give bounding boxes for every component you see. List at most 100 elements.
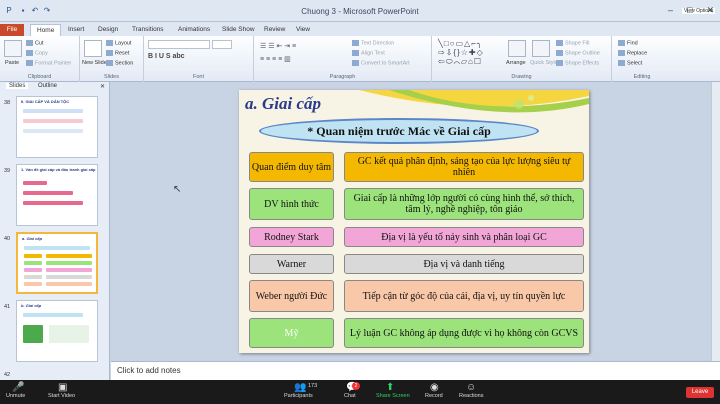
video-off-icon[interactable]: ▣ <box>58 382 67 393</box>
vertical-scrollbar[interactable] <box>711 82 720 361</box>
tab-review[interactable]: Review <box>264 24 285 36</box>
tab-slide-show[interactable]: Slide Show <box>222 24 255 36</box>
ribbon-tabs: File Home Insert Design Transitions Anim… <box>0 22 720 36</box>
select-button[interactable]: Select <box>618 60 642 66</box>
font-label: Font <box>192 74 204 80</box>
drawing-label: Drawing <box>511 74 532 80</box>
tab-transitions[interactable]: Transitions <box>132 24 164 36</box>
reactions-icon[interactable]: ☺ <box>466 382 476 393</box>
text-direction-button[interactable]: Text Direction <box>352 40 394 46</box>
row-label[interactable]: Mỹ <box>249 318 334 348</box>
replace-button[interactable]: Replace <box>618 50 647 56</box>
arrange-icon[interactable] <box>508 40 526 57</box>
tab-design[interactable]: Design <box>98 24 118 36</box>
minimize-icon[interactable]: – <box>668 5 673 16</box>
share-screen-icon[interactable]: ⬆ <box>386 382 394 393</box>
shapes-gallery[interactable]: ╲□○▭△⌐╮ ⇨⇩{}☆✚◇ ⇦⬭⌒▱⌂☐ <box>438 39 504 67</box>
cut-button[interactable]: Cut <box>26 40 44 46</box>
font-size-box[interactable] <box>212 40 232 49</box>
format-painter-button[interactable]: Format Painter <box>26 60 71 66</box>
new-slide-icon[interactable] <box>84 40 102 57</box>
reset-button[interactable]: Reset <box>106 50 129 56</box>
title-bar: P ▪ ↶ ↷ Chuong 3 - Microsoft PowerPoint … <box>0 0 720 22</box>
smartart-button[interactable]: Convert to SmartArt <box>352 60 410 66</box>
align-text-icon <box>352 50 359 56</box>
row-description[interactable]: Giai cấp là những lớp người có cùng hình… <box>344 188 584 220</box>
notes-pane[interactable]: Click to add notes <box>111 361 720 380</box>
record-icon[interactable]: ◉ <box>430 382 439 393</box>
close-pane-icon[interactable]: ✕ <box>100 83 105 90</box>
row-description[interactable]: Địa vị và danh tiếng <box>344 254 584 274</box>
pane-tab-slides[interactable]: Slides <box>6 83 29 89</box>
copy-button[interactable]: Copy <box>26 50 48 56</box>
copy-icon <box>26 50 33 56</box>
row-description[interactable]: Lý luận GC không áp dụng được vì họ khôn… <box>344 318 584 348</box>
unmute-button[interactable]: Unmute <box>6 393 25 399</box>
bold-italic-underline[interactable]: B I U S abc <box>148 53 185 60</box>
slide-thumbnail-41[interactable]: b. Giai cấp <box>16 300 98 362</box>
replace-icon <box>618 50 625 56</box>
slide-canvas[interactable]: a. Giai cấp * Quan niệm trước Mác về Gia… <box>239 90 589 353</box>
thumb-title: II. GIAI CẤP VÀ DÂN TỘC <box>21 99 70 104</box>
row-label[interactable]: Weber người Đức <box>249 280 334 312</box>
thumb-number: 40 <box>4 236 11 242</box>
slide-title[interactable]: a. Giai cấp <box>245 94 321 114</box>
list-buttons[interactable]: ☰ ☰ ⇤ ⇥ ≡ <box>260 42 296 50</box>
tab-home[interactable]: Home <box>30 24 62 36</box>
pane-tab-outline[interactable]: Outline <box>38 83 57 89</box>
slide-banner[interactable]: * Quan niệm trước Mác về Giai cấp <box>259 118 539 144</box>
font-name-box[interactable] <box>148 40 210 49</box>
row-label[interactable]: DV hình thức <box>249 188 334 220</box>
zoom-meeting-toolbar: 🎤 Unmute ▣ Start Video 👥 173 Participant… <box>0 380 720 404</box>
arrange-button[interactable]: Arrange <box>506 60 526 66</box>
fill-icon <box>556 40 563 46</box>
shape-effects-button[interactable]: Shape Effects <box>556 60 599 66</box>
participants-icon[interactable]: 👥 <box>294 382 306 393</box>
slides-pane: Slides Outline ✕ 38 II. GIAI CẤP VÀ DÂN … <box>0 82 110 380</box>
microphone-muted-icon[interactable]: 🎤 <box>12 382 24 393</box>
shape-fill-button[interactable]: Shape Fill <box>556 40 589 46</box>
clipboard-group: Paste Cut Copy Format Painter Clipboard <box>0 36 80 82</box>
row-label[interactable]: Warner <box>249 254 334 274</box>
reactions-button[interactable]: Reactions <box>459 393 483 399</box>
record-button[interactable]: Record <box>425 393 443 399</box>
chat-badge: 2 <box>352 382 360 390</box>
share-screen-button[interactable]: Share Screen <box>376 393 410 399</box>
thumb-number: 39 <box>4 168 11 174</box>
start-video-button[interactable]: Start Video <box>48 393 75 399</box>
quick-styles-icon[interactable] <box>532 40 550 57</box>
paste-icon[interactable] <box>4 40 22 57</box>
editing-label: Editing <box>633 74 651 80</box>
slide-thumbnail-39[interactable]: 1. Vấn đề giai cấp và đấu tranh giai cấp <box>16 164 98 226</box>
participants-button[interactable]: Participants <box>284 393 313 399</box>
maximize-icon[interactable]: □ <box>687 5 692 16</box>
find-button[interactable]: Find <box>618 40 638 46</box>
align-buttons[interactable]: ≡ ≡ ≡ ≡ ▥ <box>260 55 291 63</box>
close-icon[interactable]: ✕ <box>706 5 714 16</box>
tab-animations[interactable]: Animations <box>178 24 210 36</box>
layout-button[interactable]: Layout <box>106 40 132 46</box>
new-slide-button[interactable]: New Slide <box>82 60 107 66</box>
section-icon <box>106 60 113 66</box>
chat-button[interactable]: Chat <box>344 393 356 399</box>
tab-view[interactable]: View <box>296 24 310 36</box>
section-button[interactable]: Section <box>106 60 133 66</box>
tab-file[interactable]: File <box>0 24 24 36</box>
align-text-button[interactable]: Align Text <box>352 50 385 56</box>
clipboard-label: Clipboard <box>27 74 52 80</box>
slide-thumbnail-40[interactable]: a. Giai cấp <box>16 232 98 294</box>
binoculars-icon <box>618 40 625 46</box>
shape-outline-button[interactable]: Shape Outline <box>556 50 600 56</box>
row-label[interactable]: Rodney Stark <box>249 227 334 247</box>
participants-count: 173 <box>308 383 318 389</box>
ribbon: Paste Cut Copy Format Painter Clipboard … <box>0 36 720 82</box>
row-label[interactable]: Quan điểm duy tâm <box>249 152 334 182</box>
paste-button[interactable]: Paste <box>5 60 19 66</box>
row-description[interactable]: Địa vị là yếu tố nảy sinh và phân loại G… <box>344 227 584 247</box>
slides-group: New Slide Layout Reset Section Slides <box>80 36 144 82</box>
slide-thumbnail-38[interactable]: II. GIAI CẤP VÀ DÂN TỘC <box>16 96 98 158</box>
tab-insert[interactable]: Insert <box>68 24 84 36</box>
leave-meeting-button[interactable]: Leave <box>686 387 714 398</box>
row-description[interactable]: Tiếp cận từ góc độ của cải, địa vị, uy t… <box>344 280 584 312</box>
row-description[interactable]: GC kết quả phân định, sáng tạo của lực l… <box>344 152 584 182</box>
